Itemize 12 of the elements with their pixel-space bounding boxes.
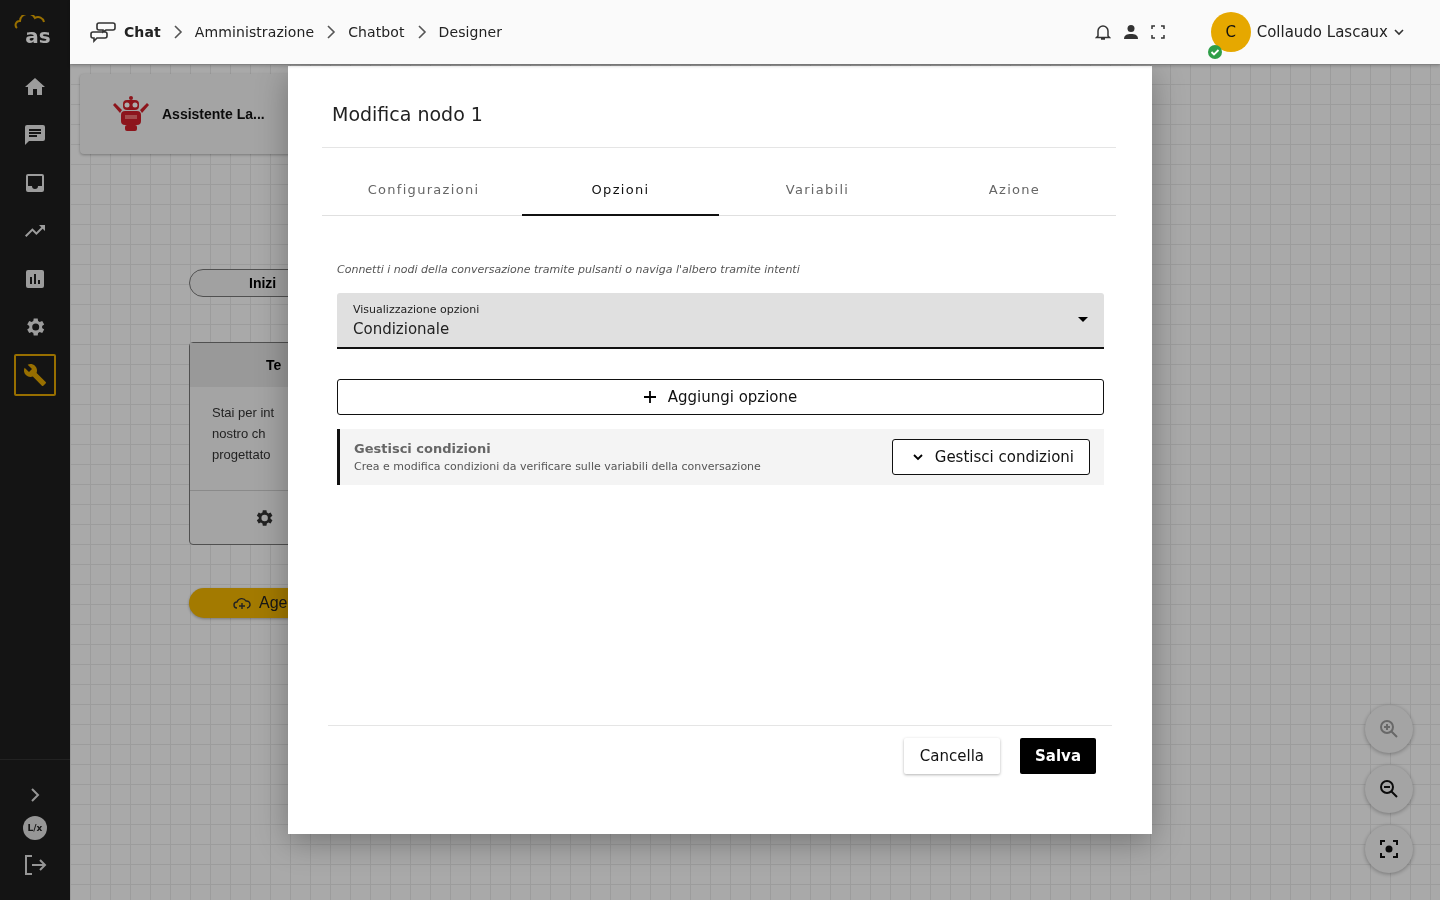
dialog-title: Modifica nodo 1 <box>332 102 484 127</box>
panel-title: Gestisci condizioni <box>354 441 492 456</box>
logo: as <box>25 24 51 48</box>
node-text: progettato <box>212 447 272 462</box>
hint-text: Connetti i nodi della conversazione tramite pulsanti o naviga l'albero tramite intenti <box>337 263 801 276</box>
bot-name: Assistente La... <box>162 106 265 122</box>
panel-description: Crea e modifica condizioni da verificare sulle variabili della conversazione <box>354 460 762 473</box>
node-label: Age <box>259 594 288 612</box>
node-label: Inizi <box>249 275 277 291</box>
footer-logo: L/x <box>23 816 47 840</box>
node-text: Stai per int <box>212 405 276 420</box>
node-text: nostro ch <box>212 426 267 441</box>
